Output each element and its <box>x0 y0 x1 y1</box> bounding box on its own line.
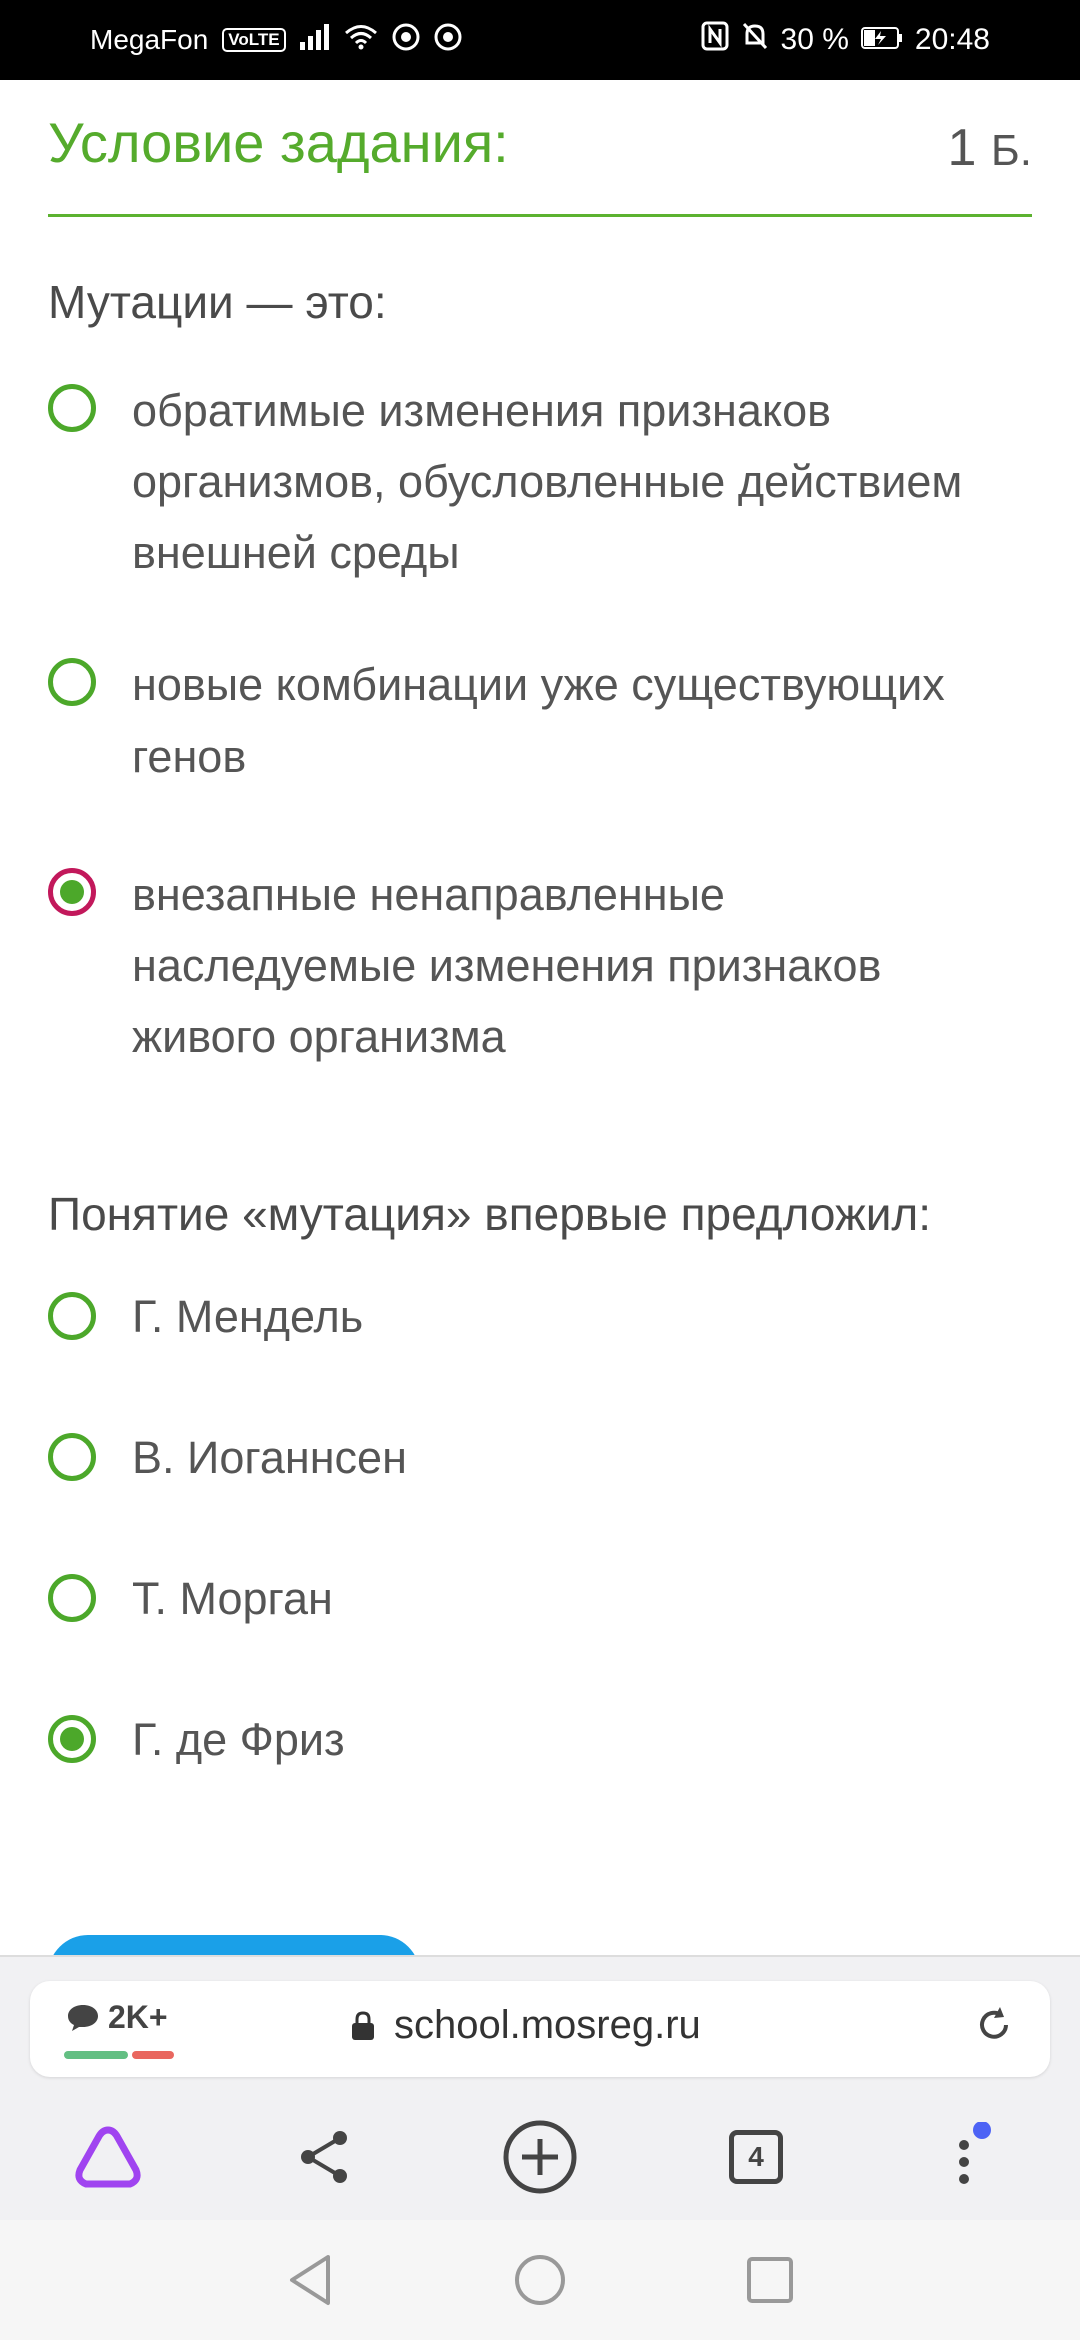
radio-button-selected[interactable] <box>48 868 96 916</box>
recents-button[interactable] <box>740 2250 800 2310</box>
status-bar: MegaFon VoLTE 30 % 20:48 <box>0 0 1080 80</box>
back-button[interactable] <box>280 2250 340 2310</box>
tabs-button[interactable]: 4 <box>716 2117 796 2197</box>
tabs-count: 4 <box>748 2141 764 2172</box>
comments-count: 2K+ <box>108 1999 168 2035</box>
url-text: school.mosreg.ru <box>394 2003 701 2047</box>
plus-circle-icon <box>503 2120 577 2194</box>
alice-button[interactable] <box>68 2117 148 2197</box>
nfc-icon <box>701 21 729 59</box>
option-label: В. Иоганнсен <box>132 1432 407 1483</box>
chrome-icon <box>392 23 420 58</box>
share-icon <box>301 2131 347 2183</box>
mute-bell-icon <box>741 21 769 59</box>
system-nav-bar <box>0 2220 1080 2340</box>
recents-square-icon <box>747 2257 793 2303</box>
home-button[interactable] <box>510 2250 570 2310</box>
comment-icon <box>68 2004 98 2031</box>
option-label: новые комбинации уже существующих генов <box>132 659 945 782</box>
browser-toolbar: 4 <box>0 2097 1080 2207</box>
question-1-text: Мутации — это: <box>48 276 387 328</box>
back-triangle-icon <box>290 2255 330 2305</box>
radio-button[interactable] <box>48 1292 96 1340</box>
radio-button[interactable] <box>48 384 96 432</box>
comments-button[interactable]: 2K+ <box>66 1999 168 2036</box>
clock: 20:48 <box>914 23 990 56</box>
task-title: Условие задания: <box>48 111 509 174</box>
question-2-option-2[interactable]: В. Иоганнсен <box>48 1431 1018 1493</box>
carrier-name: MegaFon <box>90 24 209 55</box>
status-right: 30 % 20:48 <box>701 0 990 80</box>
task-points: 1 Б. <box>948 118 1032 178</box>
battery-percent: 30 % <box>780 23 849 56</box>
address-bar[interactable]: 2K+ school.mosreg.ru <box>30 1981 1050 2077</box>
option-label: Г. де Фриз <box>132 1714 345 1765</box>
radio-button[interactable] <box>48 658 96 706</box>
question-2-option-1[interactable]: Г. Мендель <box>48 1290 1018 1352</box>
more-vertical-icon <box>959 2122 991 2184</box>
status-left: MegaFon VoLTE <box>90 0 462 80</box>
alice-icon <box>75 2126 141 2188</box>
question-1-option-1[interactable]: обратимые изменения признаков организмов… <box>48 382 1018 588</box>
question-1-option-2[interactable]: новые комбинации уже существующих генов <box>48 656 1018 793</box>
question-2-option-4[interactable]: Г. де Фриз <box>48 1713 1018 1775</box>
share-button[interactable] <box>284 2117 364 2197</box>
browser-bar: 2K+ school.mosreg.ru 4 <box>0 1955 1080 2222</box>
battery-charging-icon <box>860 23 903 57</box>
task-header: Условие задания: 1 Б. <box>48 80 1032 217</box>
radio-button-selected[interactable] <box>48 1715 96 1763</box>
option-label: внезапные ненаправленные наследуемые изм… <box>132 869 882 1062</box>
reload-icon <box>980 2007 1008 2039</box>
points-value: 1 <box>947 119 977 177</box>
new-tab-button[interactable] <box>500 2117 580 2197</box>
tabs-count-box: 4 <box>729 2130 783 2184</box>
rating-bar <box>64 2051 174 2059</box>
wifi-icon <box>344 24 378 57</box>
radio-button[interactable] <box>48 1574 96 1622</box>
lock-icon <box>352 2010 374 2040</box>
question-1-option-3[interactable]: внезапные ненаправленные наследуемые изм… <box>48 866 1018 1072</box>
points-unit: Б. <box>990 126 1032 175</box>
option-label: обратимые изменения признаков организмов… <box>132 385 963 578</box>
reload-button[interactable] <box>974 2005 1014 2056</box>
option-label: Г. Мендель <box>132 1291 364 1342</box>
chrome-icon-2 <box>434 23 462 58</box>
question-2-text: Понятие «мутация» впервые предложил: <box>48 1188 932 1240</box>
signal-icon <box>299 23 330 57</box>
option-label: Т. Морган <box>132 1573 333 1624</box>
task-content: Условие задания: 1 Б. <box>48 80 1032 217</box>
home-circle-icon <box>515 2255 565 2305</box>
radio-button[interactable] <box>48 1433 96 1481</box>
question-2-option-3[interactable]: Т. Морган <box>48 1572 1018 1634</box>
menu-button[interactable] <box>932 2117 1012 2197</box>
volte-badge: VoLTE <box>222 28 286 52</box>
url-display[interactable]: school.mosreg.ru <box>350 2003 701 2048</box>
